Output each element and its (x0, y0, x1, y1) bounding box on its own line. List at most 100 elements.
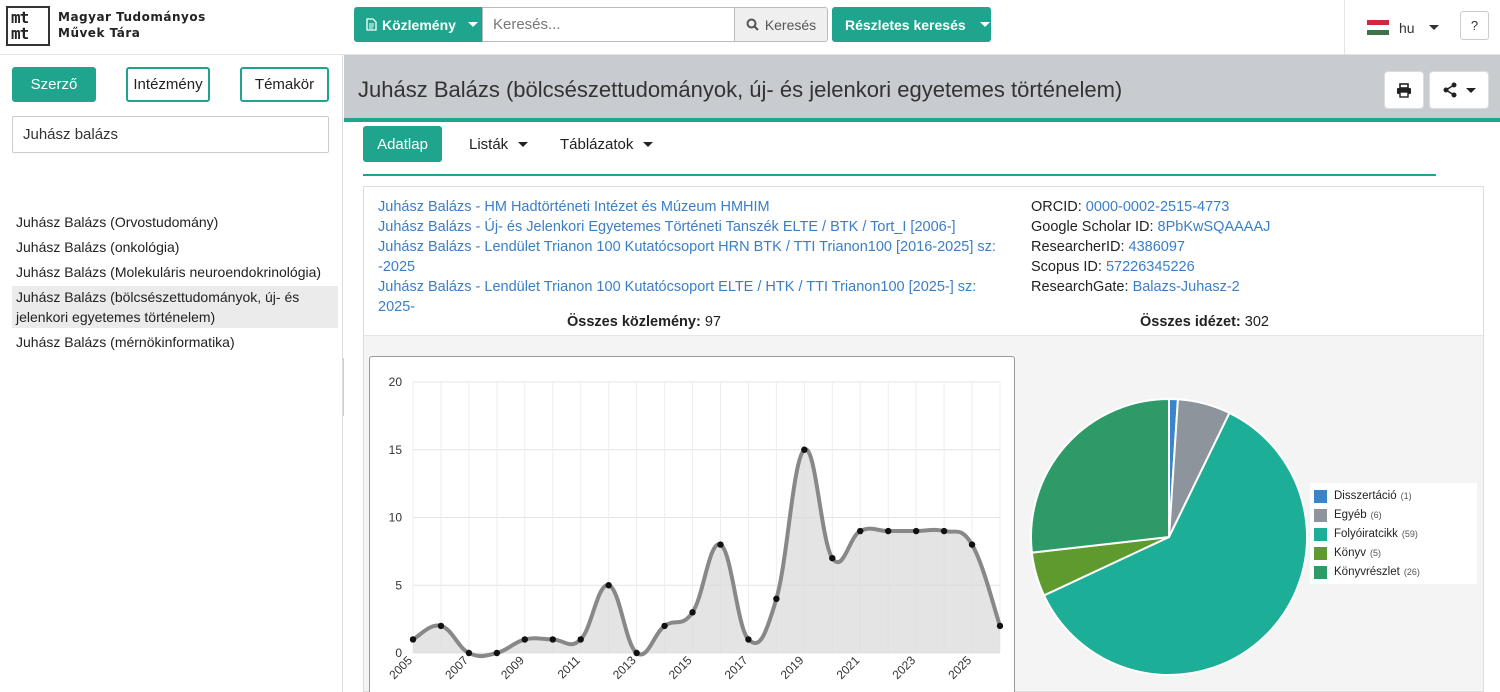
publication-type-label: Közlemény (382, 16, 456, 33)
data-point[interactable] (717, 541, 724, 548)
legend-swatch (1314, 566, 1327, 579)
data-point[interactable] (437, 622, 445, 630)
area-fill (413, 449, 1000, 657)
legend-item[interactable]: Egyéb (6) (1314, 506, 1473, 525)
tab-adatlap[interactable]: Adatlap (363, 126, 442, 162)
publication-type-pie (1024, 392, 1314, 682)
id-link[interactable]: 0000-0002-2515-4773 (1086, 199, 1230, 215)
data-point[interactable] (577, 636, 584, 643)
tab-intezmeny[interactable]: Intézmény (126, 67, 210, 102)
legend-label: Könyvrészlet (1334, 566, 1400, 578)
info-section: Juhász Balázs - HM Hadtörténeti Intézet … (364, 187, 1483, 315)
list-item[interactable]: Juhász Balázs (mérnökinformatika) (12, 331, 338, 353)
x-tick-label: 2009 (498, 653, 527, 682)
line-chart-svg: 051015202005 2007 2009 2011 2013 2015 2017 2019… (386, 375, 1004, 682)
affiliation-link-continued[interactable]: -2025 (378, 257, 1008, 277)
tab-szerzo[interactable]: Szerző (12, 67, 96, 102)
print-button[interactable] (1384, 71, 1424, 109)
tab-temakor[interactable]: Témakör (240, 67, 329, 102)
legend-swatch (1314, 547, 1327, 560)
data-point[interactable] (996, 622, 1004, 630)
legend-count: (6) (1370, 510, 1382, 520)
data-point[interactable] (940, 527, 948, 535)
legend-count: (26) (1403, 567, 1420, 577)
data-point[interactable] (857, 527, 864, 535)
tab-label: Listák (469, 135, 509, 153)
id-link[interactable]: 8PbKwSQAAAAJ (1158, 219, 1271, 235)
publications-per-year-chart: 0 5 10 15 20 2005 2007 2009 2011 2013 2015 2017 2019… (369, 356, 1015, 692)
data-point[interactable] (912, 527, 920, 535)
profile-tabs: Adatlap Listák Táblázatok (363, 126, 1436, 176)
affiliation-link[interactable]: Juhász Balázs - Új- és Jelenkori Egyetem… (378, 217, 1008, 237)
advanced-search-label: Részletes keresés (845, 16, 966, 33)
id-label: ORCID: (1031, 199, 1082, 215)
share-button[interactable] (1429, 71, 1489, 109)
id-row-scopus: Scopus ID: 57226345226 (1031, 257, 1270, 277)
language-selector[interactable]: hu (1344, 0, 1447, 55)
legend-item[interactable]: Könyvrészlet (26) (1314, 563, 1473, 582)
legend-label: Folyóiratcikk (1334, 528, 1398, 540)
id-row-researcherid: ResearcherID: 4386097 (1031, 237, 1270, 257)
id-link[interactable]: 57226345226 (1106, 259, 1195, 275)
data-point[interactable] (549, 636, 556, 643)
tab-tablazatok[interactable]: Táblázatok (546, 126, 667, 162)
document-icon (366, 18, 377, 31)
share-icon (1443, 82, 1457, 98)
data-point[interactable] (521, 636, 529, 643)
author-search-input[interactable] (12, 116, 329, 153)
advanced-search-button[interactable]: Részletes keresés (832, 7, 991, 42)
data-point[interactable] (773, 595, 780, 602)
chevron-down-icon (643, 141, 654, 147)
pie-slice[interactable] (1030, 397, 1170, 554)
list-item[interactable]: Juhász Balázs (Orvostudomány) (12, 211, 338, 233)
list-item[interactable]: Juhász Balázs (onkológia) (12, 236, 338, 258)
tab-listak[interactable]: Listák (455, 126, 542, 162)
legend-count: (1) (1400, 491, 1412, 501)
data-point[interactable] (689, 609, 696, 616)
logo-mark-line2: mt (11, 24, 29, 43)
data-point[interactable] (968, 541, 976, 548)
data-point[interactable] (661, 622, 668, 630)
y-tick-label: 5 (395, 578, 402, 592)
affiliation-link[interactable]: Juhász Balázs - Lendület Trianon 100 Kut… (378, 277, 1008, 317)
list-item[interactable]: Juhász Balázs (Molekuláris neuroendokrin… (12, 261, 338, 283)
logo[interactable]: mt mt (6, 6, 50, 46)
data-point[interactable] (493, 649, 501, 657)
affiliation-link[interactable]: Juhász Balázs - Lendület Trianon 100 Kut… (378, 237, 1008, 257)
x-tick-label: 2007 (442, 653, 471, 682)
help-label: ? (1470, 18, 1479, 33)
data-point[interactable] (605, 582, 612, 589)
x-tick-label: 2011 (555, 653, 583, 681)
total-publications-label: Összes közlemény: (567, 314, 701, 330)
x-tick-label: 2015 (666, 653, 695, 682)
list-item-selected[interactable]: Juhász Balázs (bölcsészettudományok, új-… (12, 286, 338, 328)
language-code: hu (1399, 19, 1415, 36)
affiliation-link[interactable]: Juhász Balázs - HM Hadtörténeti Intézet … (378, 197, 1008, 217)
search-button[interactable]: Keresés (734, 7, 828, 42)
help-button[interactable]: ? (1460, 11, 1489, 40)
y-tick-label: 10 (389, 511, 403, 525)
legend-item[interactable]: Könyv (5) (1314, 544, 1473, 563)
logo-text[interactable]: Magyar Tudományos Művek Tára (58, 9, 206, 41)
chevron-down-icon (1466, 87, 1476, 93)
data-point[interactable] (633, 649, 640, 657)
total-citations-label: Összes idézet: (1140, 314, 1241, 330)
data-point[interactable] (801, 446, 808, 453)
id-link[interactable]: 4386097 (1129, 239, 1185, 255)
data-point[interactable] (829, 554, 836, 562)
legend-item[interactable]: Disszertáció (1) (1314, 487, 1473, 506)
x-tick-label: 2013 (610, 653, 639, 682)
data-point[interactable] (409, 636, 417, 643)
legend-item[interactable]: Folyóiratcikk (59) (1314, 525, 1473, 544)
legend-label: Könyv (1334, 547, 1366, 559)
publication-type-dropdown[interactable]: Közlemény (354, 7, 482, 42)
data-point[interactable] (465, 649, 473, 657)
id-link[interactable]: Balazs-Juhasz-2 (1133, 279, 1240, 295)
search-input[interactable] (482, 7, 735, 42)
data-point[interactable] (745, 636, 752, 643)
x-tick-label: 2023 (889, 653, 918, 682)
chevron-down-icon (979, 22, 990, 27)
total-citations: Összes idézet: 302 (1140, 314, 1269, 330)
data-point[interactable] (884, 527, 892, 535)
legend-swatch (1314, 528, 1327, 541)
